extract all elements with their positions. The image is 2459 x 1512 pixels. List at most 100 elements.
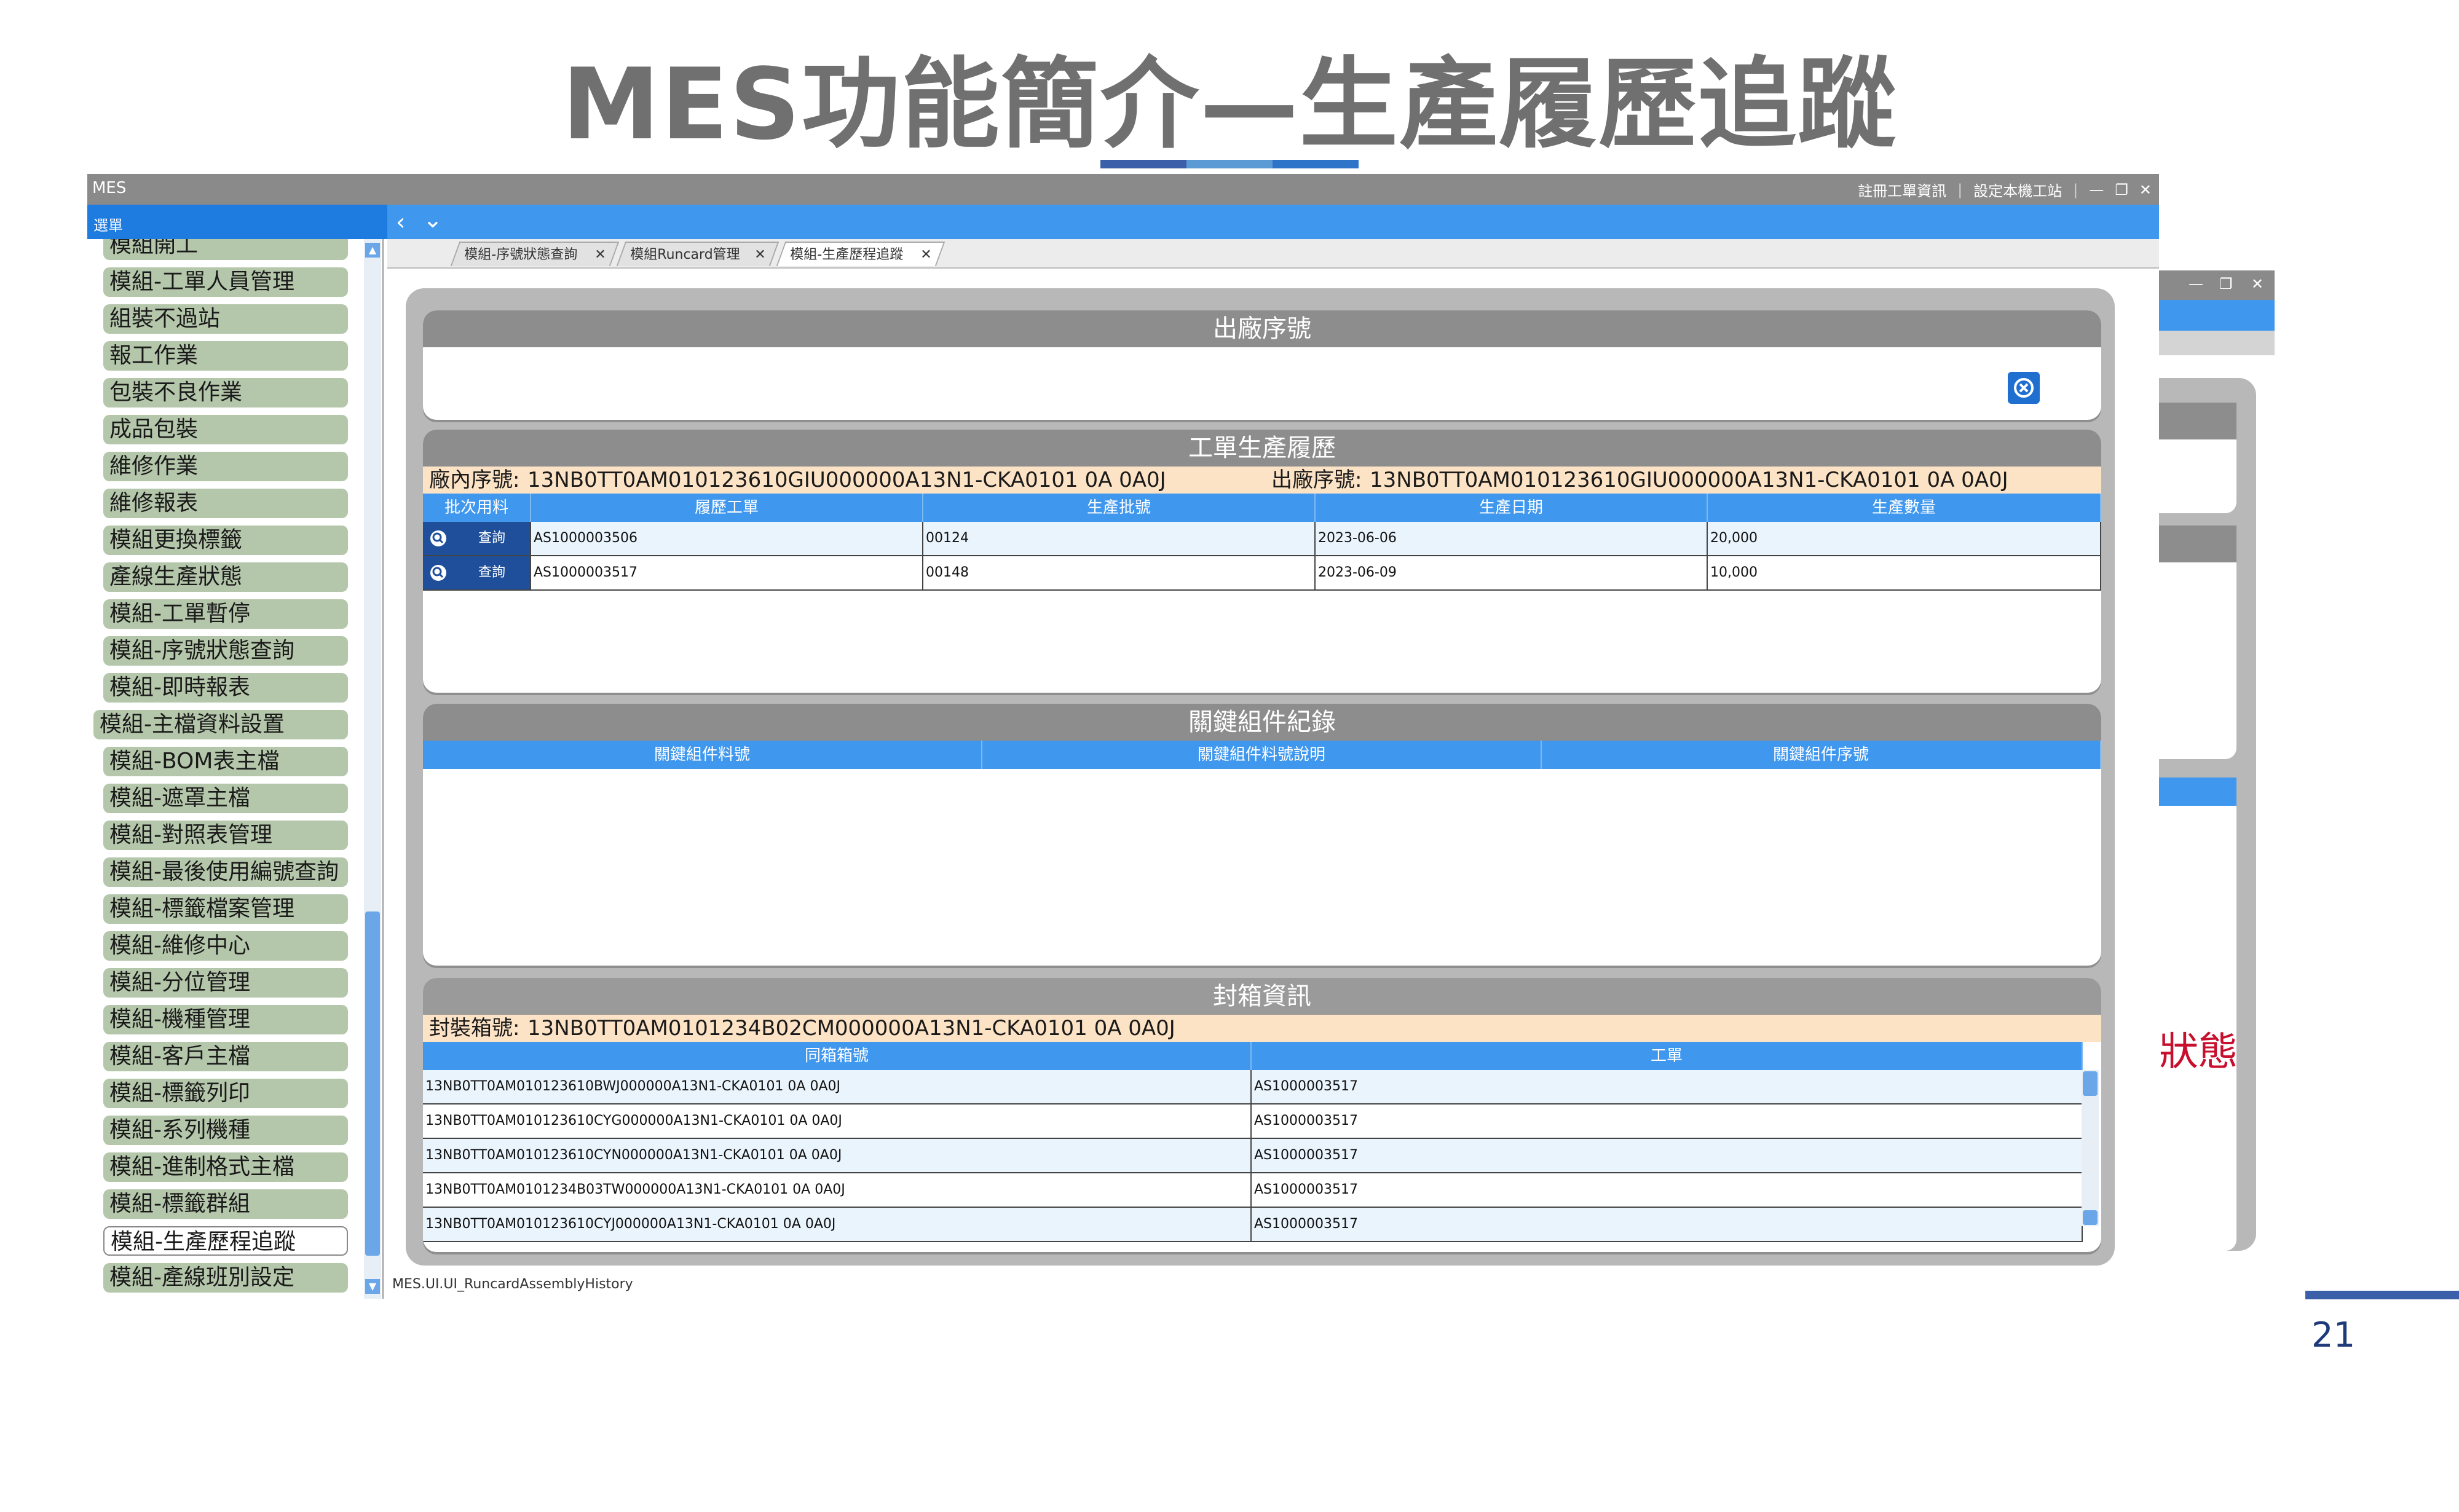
table-row[interactable]: 查詢 AS1000003506 00124 2023-06-06 20,000 — [423, 522, 2101, 556]
table-row[interactable]: 13NB0TT0AM010123610CYJ000000A13N1-CKA010… — [423, 1208, 2083, 1242]
sidebar-item[interactable]: 報工作業 — [103, 341, 348, 371]
column-header: 同箱箱號 — [423, 1042, 1252, 1070]
table-row[interactable]: 13NB0TT0AM010123610CYN000000A13N1-CKA010… — [423, 1139, 2083, 1173]
sidebar-item[interactable]: 模組-標籤列印 — [103, 1079, 348, 1108]
query-button[interactable]: 查詢 — [423, 522, 531, 555]
packing-scrollbar[interactable] — [2082, 1070, 2099, 1226]
register-work-order-link[interactable]: 註冊工單資訊 — [1858, 179, 1946, 200]
column-header: 履歷工單 — [531, 494, 923, 522]
tab-close-icon[interactable]: ✕ — [754, 243, 765, 267]
cell-batch: 00148 — [923, 556, 1316, 589]
sidebar-item[interactable]: 模組-機種管理 — [103, 1005, 348, 1034]
cell-qty: 20,000 — [1708, 522, 2101, 555]
serial-card: 出廠序號 — [423, 310, 2101, 420]
sidebar-item[interactable]: 維修作業 — [103, 452, 348, 481]
slide-title: MES功能簡介—生產履歷追蹤 — [562, 47, 1897, 162]
minimize-icon[interactable]: — — [2089, 181, 2104, 199]
background-restore-icon[interactable]: ❐ — [2219, 275, 2233, 293]
sidebar-item[interactable]: 模組-對照表管理 — [103, 821, 348, 850]
window-titlebar: MES 註冊工單資訊 | 設定本機工站 | — ❐ ✕ — [87, 174, 2159, 205]
window-title: MES — [92, 179, 127, 197]
page-accent-line — [2305, 1291, 2459, 1299]
background-status-label: 狀態 — [2159, 1030, 2238, 1075]
background-minimize-icon[interactable]: — — [2189, 275, 2203, 293]
scroll-up-icon[interactable] — [2083, 1071, 2098, 1096]
box-label: 封裝箱號: — [429, 1016, 520, 1041]
sidebar-item[interactable]: 模組-標籤檔案管理 — [103, 894, 348, 924]
table-row[interactable]: 13NB0TT0AM010123610BWJ000000A13N1-CKA010… — [423, 1070, 2083, 1104]
work-order-history-card: 工單生產履歷 廠內序號: 13NB0TT0AM010123610GIU00000… — [423, 430, 2101, 693]
title-accent-bar-3 — [1273, 160, 1359, 168]
sidebar-item[interactable]: 模組-客戶主檔 — [103, 1042, 348, 1071]
tab-production-history[interactable]: 模組-生產歷程追蹤 ✕ — [776, 242, 945, 266]
table-row[interactable]: 13NB0TT0AM0101234B03TW000000A13N1-CKA010… — [423, 1173, 2083, 1208]
sidebar-item[interactable]: 模組-BOM表主檔 — [103, 747, 348, 776]
cell-work-order: AS1000003517 — [1252, 1173, 2083, 1207]
sidebar-item[interactable]: 模組-序號狀態查詢 — [103, 636, 348, 666]
sidebar-item[interactable]: 模組-維修中心 — [103, 931, 348, 961]
key-component-card: 關鍵組件紀錄 關鍵組件料號 關鍵組件料號說明 關鍵組件序號 — [423, 704, 2101, 966]
scroll-down-icon[interactable]: ▼ — [365, 1279, 380, 1294]
sidebar-item[interactable]: 模組開工 — [103, 239, 348, 260]
chevron-down-icon[interactable]: ⌄ — [423, 206, 443, 233]
cell-work-order: AS1000003517 — [1252, 1070, 2083, 1103]
content-area: 模組-序號狀態查詢 ✕ 模組Runcard管理 ✕ 模組-生產歷程追蹤 ✕ 出廠序號 … — [387, 239, 2159, 1299]
separator: | — [2073, 181, 2078, 199]
tab-serial-status[interactable]: 模組-序號狀態查詢 ✕ — [450, 242, 620, 267]
internal-serial-value: 13NB0TT0AM010123610GIU000000A13N1-CKA010… — [527, 468, 1166, 492]
query-button-label: 查詢 — [478, 530, 505, 546]
box-value: 13NB0TT0AM0101234B02CM000000A13N1-CKA010… — [527, 1016, 1175, 1041]
sidebar-item[interactable]: 組裝不過站 — [103, 304, 348, 334]
key-component-table-header: 關鍵組件料號 關鍵組件料號說明 關鍵組件序號 — [423, 741, 2101, 769]
tab-runcard[interactable]: 模組Runcard管理 ✕ — [616, 242, 780, 267]
cell-box-number: 13NB0TT0AM010123610CYN000000A13N1-CKA010… — [423, 1139, 1252, 1172]
sidebar-item[interactable]: 模組-系列機種 — [103, 1116, 348, 1145]
sidebar-item[interactable]: 成品包裝 — [103, 415, 348, 444]
sidebar-item[interactable]: 模組-即時報表 — [103, 673, 348, 703]
sidebar-item[interactable]: 模組-工單人員管理 — [103, 267, 348, 297]
cell-date: 2023-06-09 — [1316, 556, 1708, 589]
tab-label: 模組-序號狀態查詢 — [464, 247, 578, 262]
packing-title: 封箱資訊 — [423, 978, 2101, 1015]
box-info-row: 封裝箱號: 13NB0TT0AM0101234B02CM000000A13N1-… — [423, 1015, 2101, 1042]
sidebar-item[interactable]: 模組-生產歷程追蹤 — [103, 1226, 348, 1256]
mes-window: MES 註冊工單資訊 | 設定本機工站 | — ❐ ✕ 選單 ‹ ⌄ 模組開工模… — [87, 174, 2159, 1299]
scroll-up-icon[interactable]: ▲ — [365, 243, 380, 258]
cell-work-order: AS1000003506 — [531, 522, 923, 555]
cell-box-number: 13NB0TT0AM0101234B03TW000000A13N1-CKA010… — [423, 1173, 1252, 1207]
cell-work-order: AS1000003517 — [1252, 1104, 2083, 1138]
menu-header-label: 選單 — [93, 217, 123, 234]
table-row[interactable]: 查詢 AS1000003517 00148 2023-06-09 10,000 — [423, 556, 2101, 591]
tab-close-icon[interactable]: ✕ — [594, 243, 606, 267]
sidebar-item[interactable]: 模組-遮罩主檔 — [103, 784, 348, 813]
sidebar-item[interactable]: 模組-工單暫停 — [103, 599, 348, 629]
chevron-left-icon[interactable]: ‹ — [396, 208, 405, 235]
column-header: 生產日期 — [1316, 494, 1708, 522]
tab-close-icon[interactable]: ✕ — [920, 243, 931, 267]
clear-icon[interactable] — [2008, 372, 2040, 404]
sidebar-item[interactable]: 模組-最後使用編號查詢 — [103, 857, 348, 887]
scroll-down-icon[interactable] — [2083, 1210, 2098, 1225]
column-header: 生產批號 — [923, 494, 1316, 522]
background-close-icon[interactable]: ✕ — [2251, 275, 2264, 293]
sidebar-item[interactable]: 模組-產線班別設定 — [103, 1263, 348, 1293]
sidebar-item[interactable]: 模組-標籤群組 — [103, 1189, 348, 1219]
column-header: 生產數量 — [1708, 494, 2101, 522]
menu-header: 選單 — [87, 205, 387, 239]
sidebar-item[interactable]: 模組-分位管理 — [103, 968, 348, 998]
restore-icon[interactable]: ❐ — [2115, 181, 2128, 199]
table-row[interactable]: 13NB0TT0AM010123610CYG000000A13N1-CKA010… — [423, 1104, 2083, 1139]
sidebar-item[interactable]: 產線生產狀態 — [103, 562, 348, 592]
set-workstation-link[interactable]: 設定本機工站 — [1973, 179, 2062, 200]
sidebar-item[interactable]: 維修報表 — [103, 489, 348, 518]
column-header: 關鍵組件料號說明 — [982, 741, 1542, 769]
sidebar-item[interactable]: 包裝不良作業 — [103, 378, 348, 408]
close-icon[interactable]: ✕ — [2139, 181, 2152, 199]
query-button[interactable]: 查詢 — [423, 556, 531, 589]
sidebar-item[interactable]: 模組-進制格式主檔 — [103, 1152, 348, 1182]
sidebar-item[interactable]: 模組-主檔資料設置 — [93, 710, 348, 739]
cell-qty: 10,000 — [1708, 556, 2101, 589]
sidebar-scroll-thumb[interactable] — [365, 912, 380, 1256]
cell-box-number: 13NB0TT0AM010123610BWJ000000A13N1-CKA010… — [423, 1070, 1252, 1103]
sidebar-item[interactable]: 模組更換標籤 — [103, 526, 348, 555]
